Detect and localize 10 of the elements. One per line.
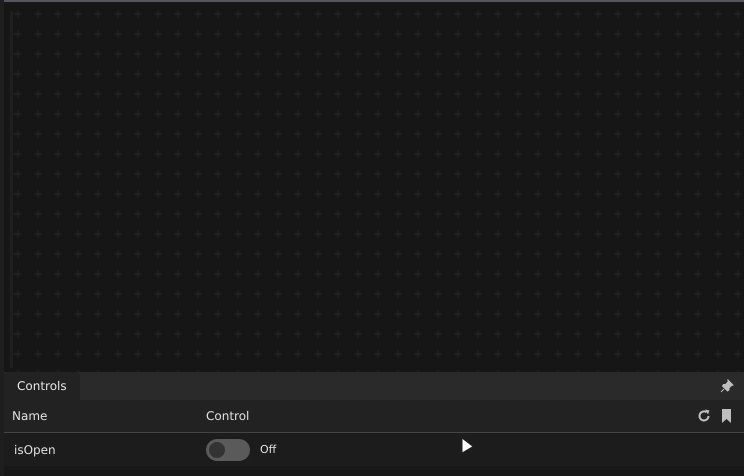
cursor-icon <box>461 437 474 455</box>
reset-icon[interactable] <box>697 409 711 423</box>
column-header: Control <box>206 409 250 423</box>
control-name: isOpen <box>13 442 57 456</box>
toggle-label: Off <box>260 443 276 456</box>
controls-tab[interactable]: Controls <box>4 372 80 400</box>
bookmark-icon[interactable] <box>721 409 732 423</box>
column-header: Name <box>11 409 48 423</box>
pin-icon[interactable] <box>720 379 734 393</box>
toggle-switch[interactable] <box>206 438 250 460</box>
